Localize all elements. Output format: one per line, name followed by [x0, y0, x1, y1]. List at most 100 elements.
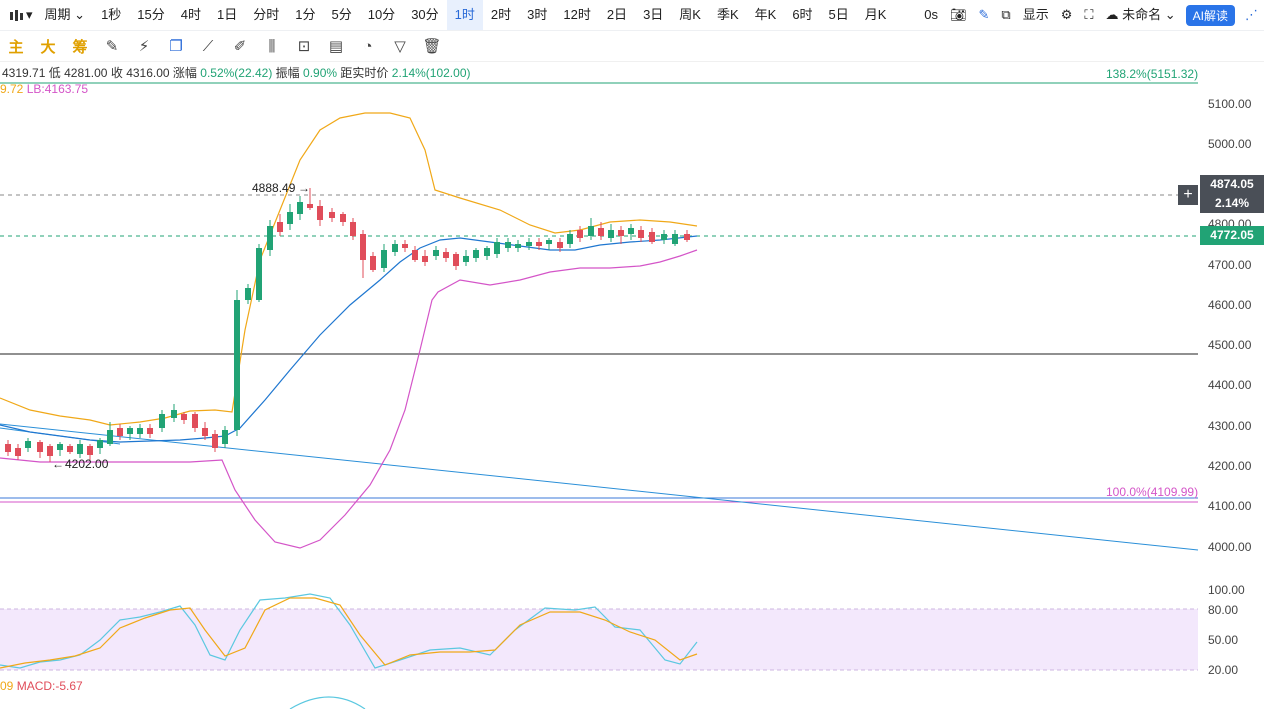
candle[interactable] [245, 288, 251, 300]
candle[interactable] [412, 250, 418, 260]
candle[interactable] [57, 444, 63, 450]
candle[interactable] [577, 230, 583, 238]
osc-tick-0: 100.00 [1208, 583, 1245, 597]
price-tick-6: 4500.00 [1208, 338, 1252, 352]
candle[interactable] [317, 206, 323, 220]
candle[interactable] [684, 234, 690, 240]
fib-bottom-label: 100.0%(4109.99) [1106, 485, 1198, 499]
candle[interactable] [107, 430, 113, 444]
candle[interactable] [117, 428, 123, 436]
candle[interactable] [297, 202, 303, 214]
candle[interactable] [381, 250, 387, 268]
candle[interactable] [350, 222, 356, 236]
candle[interactable] [638, 230, 644, 238]
candle[interactable] [137, 428, 143, 434]
candle[interactable] [515, 244, 521, 248]
boll-upper [0, 112, 698, 426]
candle[interactable] [433, 250, 439, 256]
candle[interactable] [181, 414, 187, 420]
candle[interactable] [360, 234, 366, 260]
marked-price-pct: 2.14% [1214, 196, 1250, 210]
candle[interactable] [212, 434, 218, 448]
price-tick-5: 4600.00 [1208, 298, 1252, 312]
candle[interactable] [453, 254, 459, 266]
low-arrow: ← [52, 457, 64, 471]
candle[interactable] [392, 244, 398, 252]
candle[interactable] [329, 212, 335, 218]
candle[interactable] [77, 444, 83, 454]
candle[interactable] [277, 222, 283, 232]
marked-price-tag[interactable]: 4874.05 2.14% [1200, 175, 1264, 213]
candle[interactable] [159, 414, 165, 428]
candle[interactable] [494, 242, 500, 254]
candle[interactable] [127, 428, 133, 434]
price-chart[interactable]: 4888.49 → ← 4202.00 138.2%(5151.32) 100.… [0, 0, 1264, 709]
candle[interactable] [526, 242, 532, 246]
price-tick-7: 4400.00 [1208, 378, 1252, 392]
candle[interactable] [536, 242, 542, 246]
candle[interactable] [649, 232, 655, 242]
candle[interactable] [171, 410, 177, 418]
price-tick-8: 4300.00 [1208, 419, 1252, 433]
price-tick-10: 4100.00 [1208, 499, 1252, 513]
candle[interactable] [588, 226, 594, 236]
candle[interactable] [47, 446, 53, 456]
price-axis[interactable]: 5100.005000.004900.004800.004700.004600.… [1200, 62, 1264, 709]
candle[interactable] [234, 300, 240, 430]
macd-value: MACD:-5.67 [16, 679, 83, 693]
high-arrow: → [298, 181, 310, 195]
candle[interactable] [192, 414, 198, 428]
candle[interactable] [672, 234, 678, 244]
candle[interactable] [267, 226, 273, 250]
price-tick-4: 4700.00 [1208, 258, 1252, 272]
candle[interactable] [628, 228, 634, 234]
boll-lower [0, 249, 698, 549]
candle[interactable] [402, 244, 408, 248]
price-tick-9: 4200.00 [1208, 459, 1252, 473]
current-price-tag: 4772.05 [1200, 226, 1264, 245]
candle[interactable] [608, 230, 614, 238]
macd-info: 09 MACD:-5.67 [0, 679, 83, 693]
candle[interactable] [370, 256, 376, 270]
candle[interactable] [598, 228, 604, 236]
candle[interactable] [307, 204, 313, 208]
candle[interactable] [463, 256, 469, 262]
candle[interactable] [505, 242, 511, 248]
candle[interactable] [256, 248, 262, 300]
candle[interactable] [67, 446, 73, 452]
candle[interactable] [473, 250, 479, 258]
candle[interactable] [443, 252, 449, 258]
candle[interactable] [557, 242, 563, 248]
candle[interactable] [15, 448, 21, 456]
osc-tick-1: 80.00 [1208, 603, 1239, 617]
price-tick-11: 4000.00 [1208, 540, 1252, 554]
candle[interactable] [25, 441, 31, 448]
macd-prefix: 09 [0, 679, 14, 693]
osc-tick-3: 20.00 [1208, 663, 1239, 677]
candle[interactable] [287, 212, 293, 224]
candle[interactable] [484, 248, 490, 256]
price-tick-1: 5000.00 [1208, 137, 1252, 151]
osc-tick-2: 50.00 [1208, 633, 1239, 647]
price-tick-0: 5100.00 [1208, 97, 1252, 111]
candle[interactable] [661, 234, 667, 240]
candle[interactable] [202, 428, 208, 436]
candle[interactable] [340, 214, 346, 222]
candle[interactable] [618, 230, 624, 236]
candle[interactable] [567, 234, 573, 244]
macd-curve [289, 696, 366, 709]
candle[interactable] [147, 428, 153, 434]
boll-middle [0, 235, 698, 443]
candle[interactable] [37, 442, 43, 452]
marked-price-value: 4874.05 [1210, 177, 1254, 191]
add-icon[interactable]: + [1178, 185, 1198, 205]
candle[interactable] [222, 430, 228, 444]
low-annotation: 4202.00 [65, 457, 109, 471]
candle[interactable] [422, 256, 428, 262]
candle[interactable] [546, 240, 552, 244]
candle[interactable] [5, 444, 11, 452]
trend-line[interactable] [0, 423, 1199, 551]
high-annotation: 4888.49 [252, 181, 296, 195]
candle[interactable] [87, 446, 93, 455]
candle[interactable] [97, 440, 103, 448]
